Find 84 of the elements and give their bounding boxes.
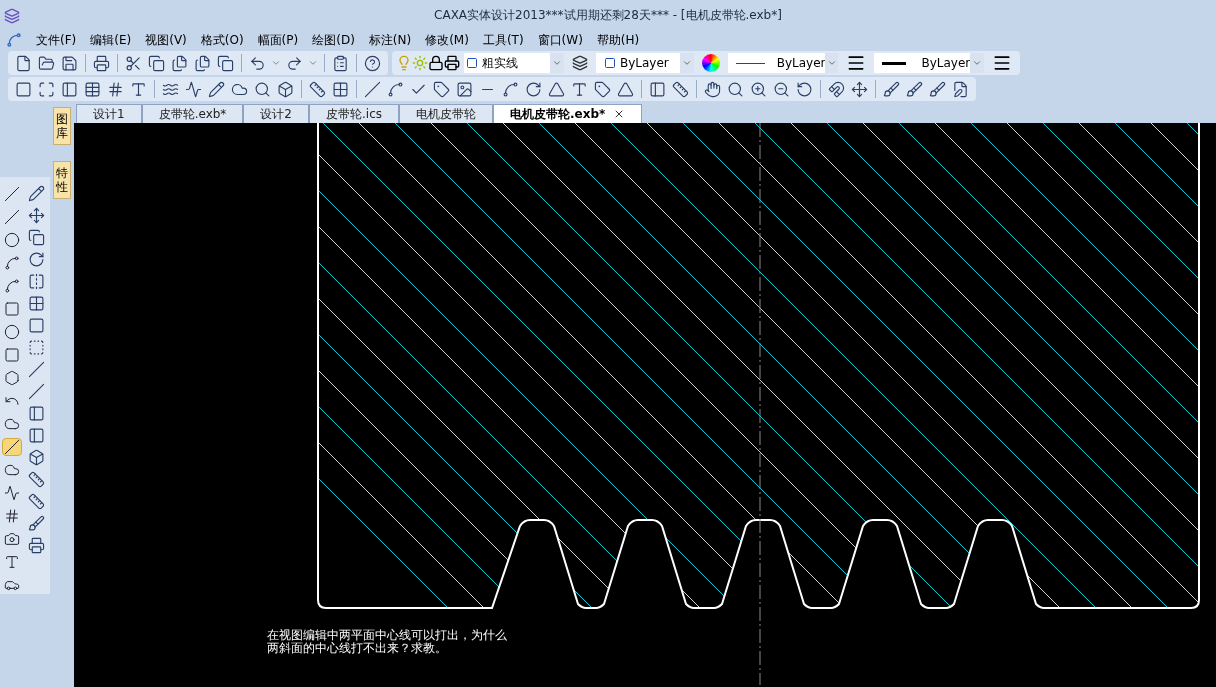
format-brush-icon[interactable]	[28, 515, 45, 532]
caret-icon	[826, 58, 837, 68]
draw-tool-button[interactable]	[2, 185, 22, 203]
document-tab[interactable]: 设计1	[76, 104, 142, 123]
menu-item[interactable]: 工具(T)	[482, 31, 524, 49]
cut-icon[interactable]	[125, 54, 142, 72]
square-icon	[604, 57, 616, 69]
pan-icon[interactable]	[704, 80, 721, 98]
dropdown[interactable]: ByLayer	[874, 53, 984, 73]
copy-icon[interactable]	[148, 54, 165, 72]
layers-icon[interactable]	[572, 55, 588, 71]
line-sample	[882, 61, 906, 65]
zoom-icon[interactable]	[727, 80, 744, 98]
drawing-canvas[interactable]: 在视图编辑中两平面中心线可以打出，为什么 两斜面的中心线打不出来？求教。	[74, 123, 1216, 687]
zoom-window-icon[interactable]	[750, 80, 767, 98]
menu-item[interactable]: 文件(F)	[36, 31, 77, 49]
caret-icon	[972, 58, 983, 68]
draw-tool-button[interactable]	[2, 484, 22, 502]
note-text: 在视图编辑中两平面中心线可以打出，为什么 两斜面的中心线打不出来？求教。	[267, 629, 507, 655]
text-icon[interactable]	[130, 80, 147, 98]
number-icon[interactable]	[107, 80, 124, 98]
draw-tool-button[interactable]	[2, 369, 22, 387]
lock-icon[interactable]	[428, 55, 444, 71]
label-icon[interactable]	[594, 80, 611, 98]
copy-icon[interactable]	[28, 229, 45, 246]
frame-icon[interactable]	[15, 80, 32, 98]
draw-tool-button[interactable]	[2, 277, 22, 295]
move-icon[interactable]	[28, 207, 45, 224]
rectangle-icon	[4, 347, 20, 363]
window-title: CAXA实体设计2013***试用期还剩28天*** - [电机皮带轮.exb*]	[434, 7, 782, 24]
help-icon[interactable]	[364, 54, 381, 72]
line-weight-icon[interactable]	[992, 53, 1012, 73]
zoom-out-icon[interactable]	[773, 80, 790, 98]
app-logo-icon	[4, 8, 20, 24]
print-icon[interactable]	[444, 55, 460, 71]
new-file-icon[interactable]	[15, 54, 32, 72]
arc-icon	[4, 255, 20, 271]
dropdown[interactable]: ByLayer	[728, 53, 838, 73]
magnet-icon[interactable]	[828, 80, 845, 98]
caret-icon	[682, 58, 692, 68]
document-tab[interactable]: 电机皮带轮	[399, 104, 493, 123]
menu-item[interactable]: 幅面(P)	[257, 31, 299, 49]
side-panel-tab[interactable]: 特性	[53, 161, 71, 199]
line-type-icon[interactable]	[846, 53, 866, 73]
square-icon	[466, 57, 478, 69]
open-folder-icon[interactable]	[38, 54, 55, 72]
menu-item[interactable]: 标注(N)	[368, 31, 412, 49]
draw-tool-button[interactable]	[2, 254, 22, 272]
curve-icon	[4, 485, 20, 501]
undo-icon[interactable]	[249, 54, 266, 72]
polygon-icon	[4, 370, 20, 386]
menu-item[interactable]: 编辑(E)	[90, 31, 132, 49]
menu-item[interactable]: 格式(O)	[200, 31, 244, 49]
dropdown[interactable]: ByLayer	[596, 53, 694, 73]
document-tab[interactable]: 皮带轮.exb*	[141, 104, 244, 123]
caret-icon	[552, 58, 562, 68]
table-icon[interactable]	[84, 80, 101, 98]
array-icon[interactable]	[28, 295, 45, 312]
menu-item[interactable]: 修改(M)	[425, 31, 469, 49]
text-icon	[4, 554, 20, 570]
dropdown[interactable]: 粗实线	[464, 53, 564, 73]
color-wheel-icon[interactable]	[702, 54, 720, 72]
zoom-previous-icon[interactable]	[796, 80, 813, 98]
spline-icon	[4, 278, 20, 294]
line-sample	[736, 62, 765, 64]
menu-item[interactable]: 视图(V)	[145, 31, 187, 49]
cloud-icon	[4, 416, 20, 432]
rotate-icon[interactable]	[28, 251, 45, 268]
pages-icon[interactable]	[217, 54, 234, 72]
side-panel-tab[interactable]: 图库	[53, 107, 71, 145]
document-tab[interactable]: 皮带轮.ics	[309, 104, 399, 123]
ruler-icon[interactable]	[672, 80, 689, 98]
menu-item[interactable]: 帮助(H)	[596, 31, 640, 49]
line-icon	[4, 186, 20, 202]
print-icon[interactable]	[93, 54, 110, 72]
circle-icon	[4, 232, 20, 248]
document-tab[interactable]: 电机皮带轮.exb*	[493, 104, 643, 123]
menu-item[interactable]: 窗口(W)	[537, 31, 583, 49]
draw-tool-button[interactable]	[2, 231, 22, 249]
rotate-icon[interactable]	[525, 80, 542, 98]
save-icon[interactable]	[61, 54, 78, 72]
document-tab[interactable]: 设计2	[243, 104, 309, 123]
redo-icon[interactable]	[286, 54, 303, 72]
menu-item[interactable]: 绘图(D)	[312, 31, 355, 49]
